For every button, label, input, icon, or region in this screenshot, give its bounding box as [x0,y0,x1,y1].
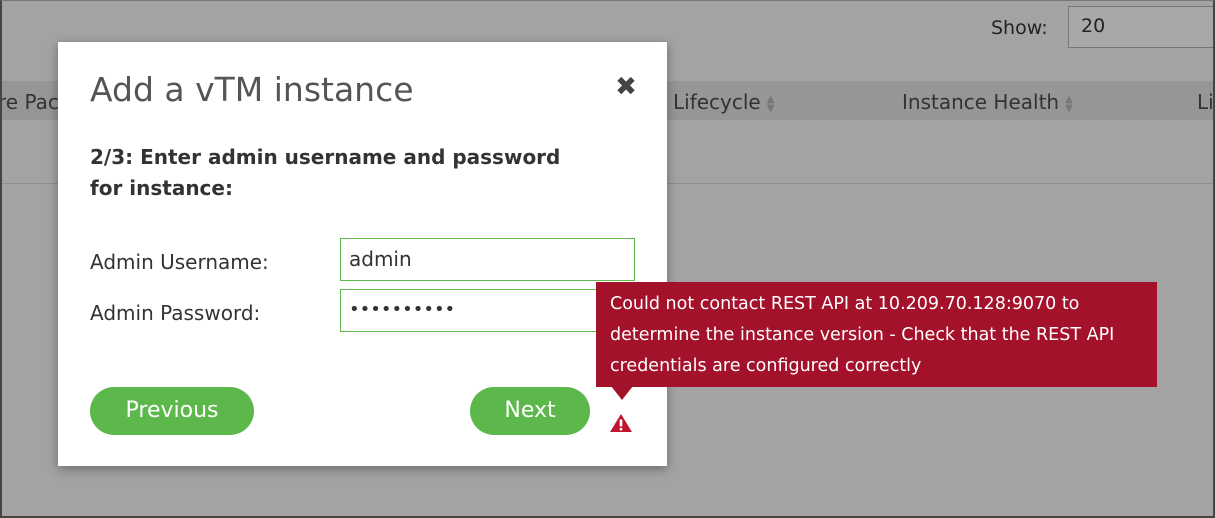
admin-username-input[interactable]: admin [340,238,635,281]
step-instructions: 2/3: Enter admin username and password f… [90,145,561,200]
error-tooltip: Could not contact REST API at 10.209.70.… [596,282,1157,387]
previous-button[interactable]: Previous [90,387,254,435]
next-button[interactable]: Next [470,387,590,435]
column-header-software-package[interactable]: re Pac [0,90,59,114]
dialog-title: Add a vTM instance [90,70,414,109]
admin-password-label: Admin Password: [90,301,261,325]
page-size-select[interactable]: 20 [1068,6,1215,48]
admin-password-input[interactable]: •••••••••• [340,289,635,332]
sort-icon: ▲ ▼ [766,93,775,114]
add-instance-dialog: Add a vTM instance ✖ 2/3: Enter admin us… [58,42,667,466]
admin-username-label: Admin Username: [90,250,269,274]
column-header-truncated[interactable]: Li [1197,90,1214,114]
column-header-lifecycle[interactable]: Lifecycle ▲ ▼ [673,90,774,114]
warning-triangle-icon[interactable] [609,413,633,433]
tooltip-arrow [611,386,633,400]
sort-icon: ▲ ▼ [1065,93,1073,114]
show-label: Show: [991,17,1048,39]
close-icon[interactable]: ✖ [614,74,638,100]
column-header-instance-health[interactable]: Instance Health ▲ ▼ [902,90,1073,114]
